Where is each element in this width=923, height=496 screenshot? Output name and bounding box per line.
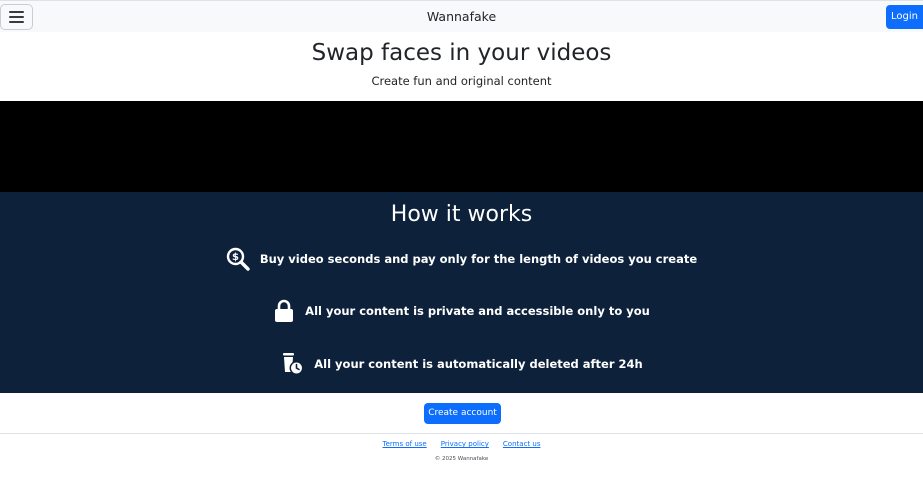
footer-links: Terms of use Privacy policy Contact us (0, 440, 923, 448)
feature-deletion-text: All your content is automatically delete… (314, 357, 643, 371)
feature-pricing-text: Buy video seconds and pay only for the l… (259, 252, 698, 266)
navbar: Wannafake Login (0, 0, 923, 32)
feature-privacy-text: All your content is private and accessib… (305, 304, 650, 318)
feature-privacy: All your content is private and accessib… (0, 299, 923, 323)
brand-title[interactable]: Wannafake (0, 9, 923, 24)
how-it-works-section: How it works $ Buy video seconds and pay… (0, 192, 923, 393)
privacy-policy-link[interactable]: Privacy policy (441, 440, 489, 448)
dollar-search-icon: $ (226, 247, 250, 271)
video-player[interactable] (0, 101, 923, 192)
hero-title: Swap faces in your videos (311, 40, 612, 66)
feature-pricing: $ Buy video seconds and pay only for the… (0, 247, 923, 271)
login-button[interactable]: Login (886, 5, 923, 29)
feature-deletion: All your content is automatically delete… (0, 352, 923, 376)
copyright-text: © 2025 Wannafake (434, 456, 489, 462)
svg-text:$: $ (232, 252, 239, 263)
trash-clock-icon (280, 352, 304, 376)
how-it-works-title: How it works (390, 202, 533, 227)
footer-divider (0, 433, 923, 434)
contact-us-link[interactable]: Contact us (503, 440, 541, 448)
hero-subtitle: Create fun and original content (371, 74, 552, 88)
lock-icon (273, 299, 295, 323)
terms-of-use-link[interactable]: Terms of use (383, 440, 427, 448)
create-account-button[interactable]: Create account (424, 403, 501, 424)
